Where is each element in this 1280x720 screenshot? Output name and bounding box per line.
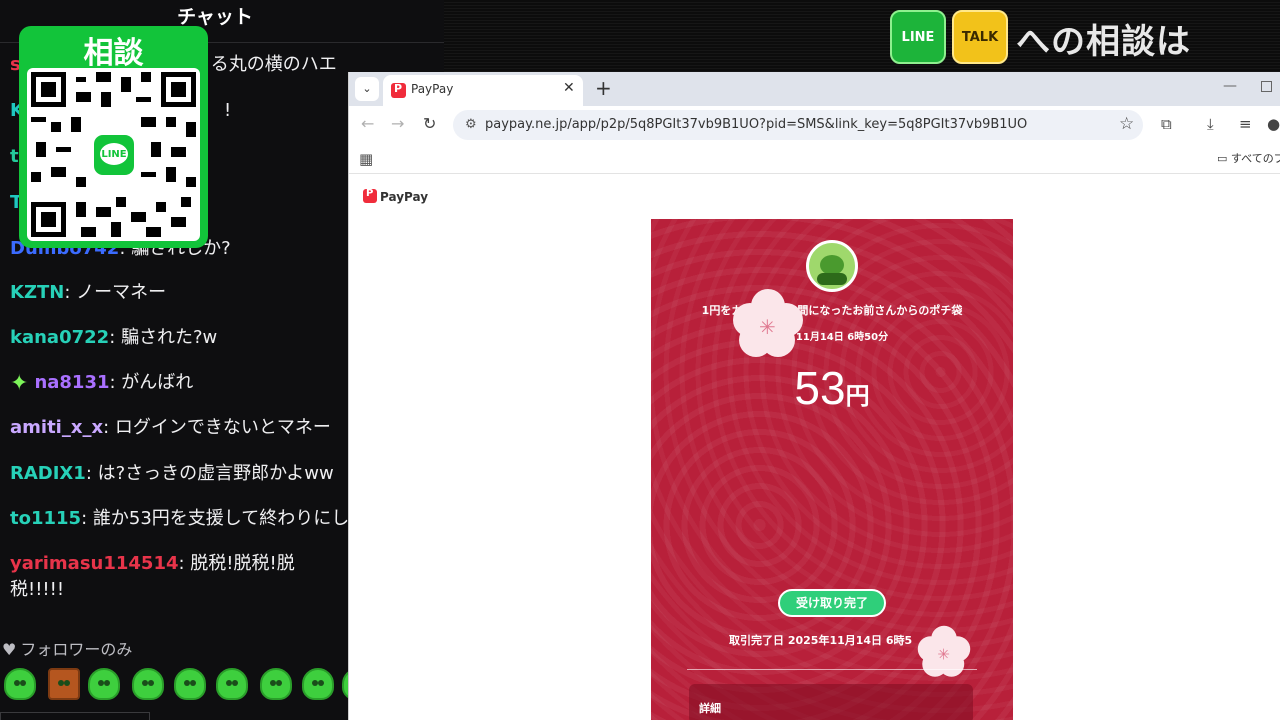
gift-message: 1円をカス 間になったお前さんからのポチ袋	[701, 304, 963, 317]
emote-bar	[4, 668, 348, 704]
emote-icon[interactable]	[88, 668, 120, 700]
line-app-label: LINE	[901, 30, 935, 45]
chat-text: !	[223, 100, 232, 121]
chat-username[interactable]: amiti_x_x	[10, 417, 103, 438]
new-tab-icon[interactable]: +	[595, 76, 612, 100]
apps-grid-icon[interactable]: ▦	[359, 150, 373, 168]
chat-username[interactable]: RADIX1	[10, 463, 86, 484]
forward-icon[interactable]: →	[391, 114, 404, 133]
chat-message: t	[10, 144, 19, 170]
pochi-bukuro-card: 1円をカス 間になったお前さんからのポチ袋 11月14日 6時50分 ✳ 53円…	[651, 219, 1013, 720]
extensions-icon[interactable]: ⧉	[1161, 115, 1172, 133]
chat-message: ✦ na8131: がんばれ	[10, 370, 193, 397]
chat-message: to1115: 誰か53円を支援して終わりにし	[10, 506, 349, 532]
line-logo-icon: LINE	[91, 132, 137, 178]
tab-title: PayPay	[411, 82, 454, 96]
back-icon[interactable]: ←	[361, 114, 374, 133]
bookmark-star-icon[interactable]: ☆	[1119, 114, 1134, 134]
amount-value: 53	[794, 362, 846, 414]
chat-text: : 誰か53円を支援して終わりにし	[81, 508, 350, 529]
chat-username[interactable]: yarimasu114514	[10, 553, 179, 574]
line-app-icon: LINE	[890, 10, 946, 64]
qr-title: 相談	[83, 36, 144, 71]
emote-icon[interactable]	[174, 668, 206, 700]
chat-text: : がんばれ	[109, 372, 194, 393]
followers-only-label: フォロワーのみ	[20, 640, 133, 659]
line-logo-label: LINE	[101, 149, 127, 160]
tab-strip: ⌄ PayPay ✕ + —	[349, 72, 1280, 106]
details-section[interactable]: 詳細	[689, 684, 973, 720]
chat-title: チャット	[177, 6, 253, 28]
tab-close-icon[interactable]: ✕	[563, 80, 575, 96]
chat-message: yarimasu114514: 脱税!脱税!脱税!!!!!	[10, 551, 340, 603]
chat-text: る丸の横のハエ	[210, 54, 337, 75]
maximize-icon[interactable]	[1261, 81, 1272, 92]
media-icon[interactable]: ≡	[1239, 115, 1252, 133]
chat-message: amiti_x_x: ログインできないとマネー	[10, 415, 331, 441]
chat-message: KZTN: ノーマネー	[10, 280, 166, 306]
followers-only-notice: ♥ フォロワーのみ	[2, 636, 132, 660]
browser-toolbar: ← → ↻ ⚙ paypay.ne.jp/app/p2p/5q8PGIt37vb…	[349, 106, 1280, 144]
download-icon[interactable]: ⤓	[1207, 115, 1214, 133]
emote-icon[interactable]	[216, 668, 248, 700]
chat-text: : ノーマネー	[64, 282, 167, 303]
emote-icon[interactable]	[4, 668, 36, 700]
talk-app-label: TALK	[961, 30, 999, 45]
chat-input[interactable]	[0, 712, 150, 720]
chat-message: RADIX1: は?さっきの虚言野郎かよww	[10, 461, 334, 487]
chat-username[interactable]: t	[10, 146, 19, 167]
profile-icon[interactable]: ●	[1267, 115, 1280, 133]
browser-window: ⌄ PayPay ✕ + — ← → ↻ ⚙ paypay.ne.jp/app/…	[348, 72, 1280, 720]
paypay-logo-icon	[363, 188, 377, 203]
chat-username[interactable]: kana0722	[10, 327, 109, 348]
site-info-icon[interactable]: ⚙	[465, 117, 477, 132]
paypay-logo-label: PayPay	[380, 190, 429, 204]
banner-text: への相談は	[1016, 22, 1191, 62]
folder-icon: ▭	[1217, 152, 1228, 165]
chat-username[interactable]: na8131	[34, 372, 109, 393]
chat-message: kana0722: 騙された?w	[10, 325, 217, 351]
address-bar[interactable]: ⚙ paypay.ne.jp/app/p2p/5q8PGIt37vb9B1UO?…	[453, 110, 1143, 140]
emote-icon[interactable]	[302, 668, 334, 700]
tab-search-button[interactable]: ⌄	[355, 77, 379, 101]
heart-icon: ♥	[2, 640, 17, 659]
received-status-badge: 受け取り完了	[778, 589, 886, 617]
chat-text: : は?さっきの虚言野郎かよww	[85, 463, 334, 484]
all-bookmarks-folder[interactable]: ▭ すべてのブ	[1217, 150, 1280, 166]
web-page: PayPay 1円をカス 間になったお前さんからのポチ袋 11月14日 6時50…	[349, 175, 1280, 720]
amount: 53円	[651, 361, 1013, 415]
plum-blossom-icon: ✳	[733, 289, 803, 359]
url-text[interactable]: paypay.ne.jp/app/p2p/5q8PGIt37vb9B1UO?pi…	[485, 117, 1027, 132]
emote-icon[interactable]	[48, 668, 80, 700]
card-divider	[687, 669, 977, 670]
folder-label: すべてのブ	[1230, 152, 1280, 165]
chat-username[interactable]: KZTN	[10, 282, 64, 303]
kakaotalk-app-icon: TALK	[952, 10, 1008, 64]
paypay-favicon-icon	[391, 82, 406, 98]
sender-avatar	[806, 240, 858, 292]
chat-text: : 騙された?w	[109, 327, 218, 348]
reload-icon[interactable]: ↻	[423, 114, 436, 133]
stream-banner: LINE TALK への相談は	[444, 0, 1280, 72]
qr-code: LINE	[27, 68, 200, 241]
chat-text: : ログインできないとマネー	[103, 417, 331, 438]
completed-date: 取引完了日 2025年11月14日 6時5	[729, 634, 913, 647]
browser-tab[interactable]: PayPay ✕	[383, 75, 583, 106]
bookmarks-bar: ▦ ▭ すべてのブ	[349, 144, 1280, 174]
minimize-icon[interactable]: —	[1223, 78, 1237, 94]
sent-date: 11月14日 6時50分	[775, 332, 889, 343]
emote-icon[interactable]	[132, 668, 164, 700]
plum-blossom-icon: ✳	[917, 625, 971, 679]
paypay-logo[interactable]: PayPay	[363, 188, 429, 204]
sparkle-badge-icon: ✦	[10, 371, 29, 396]
emote-icon[interactable]	[260, 668, 292, 700]
amount-unit: 円	[845, 382, 870, 410]
line-qr-overlay: 相談 LINE	[19, 26, 208, 248]
details-label: 詳細	[699, 702, 721, 715]
chat-username[interactable]: to1115	[10, 508, 81, 529]
